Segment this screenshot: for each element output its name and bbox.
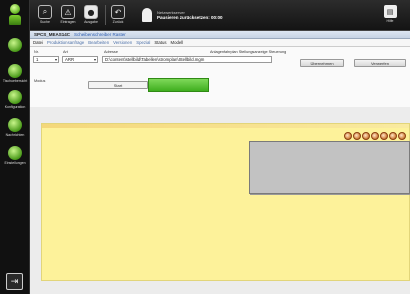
nr-label: Nr.	[34, 50, 39, 54]
chevron-down-icon: ▾	[93, 57, 96, 62]
sidebar-item-3[interactable]: Konfiguration	[5, 90, 25, 112]
desc-label: Anlagenfahrplan Stellungsanzeige Steueru…	[210, 50, 287, 54]
canvas-area	[30, 107, 410, 294]
lamp-icon[interactable]	[398, 132, 406, 140]
menu-item-file[interactable]: Datei	[33, 40, 43, 45]
sidebar-item-5[interactable]: Einstellungen	[5, 146, 26, 168]
art-select[interactable]: ARR ▾	[62, 56, 98, 63]
signal-lamps	[344, 132, 407, 140]
tool-search[interactable]: ⌕ Suche	[35, 5, 55, 29]
toolbar-divider	[105, 5, 106, 25]
lamp-icon[interactable]	[353, 132, 361, 140]
warning-icon: ⚠	[61, 5, 75, 19]
logo	[9, 4, 21, 26]
green-orb-icon	[8, 118, 22, 132]
window-subtitle: Scheibenschreiber Raster	[74, 32, 126, 37]
menu-item-model[interactable]: Modell	[171, 40, 184, 45]
path-label: Adresse	[104, 50, 118, 54]
green-orb-icon	[8, 64, 22, 78]
window-title: SPCS_MEAS14C	[34, 32, 71, 37]
canvas-header-strip	[42, 124, 409, 128]
discard-button[interactable]: Verwerfen	[354, 59, 406, 67]
window-titlebar: SPCS_MEAS14C Scheibenschreiber Raster	[30, 31, 410, 39]
sidebar-item-1[interactable]	[5, 38, 25, 60]
art-label: Art	[63, 50, 68, 54]
tool-undo[interactable]: ↶ Zurück	[108, 5, 128, 29]
bulb-icon: ●	[84, 5, 98, 19]
menu-item-production[interactable]: Produktionsanfrage	[47, 40, 84, 45]
menu-item-status[interactable]: Status	[154, 40, 166, 45]
green-orb-icon	[8, 146, 22, 160]
status-display: Netzwerkserver Pausieren zurücksetzen: 0…	[142, 8, 223, 22]
chevron-down-icon: ▾	[54, 57, 57, 62]
menu-item-edit[interactable]: Bearbeiten	[88, 40, 109, 45]
left-sidebar: Tischuebersicht Konfiguration Nachrichte…	[0, 0, 30, 294]
menu-bar: Datei Produktionsanfrage Bearbeiten Vers…	[30, 39, 410, 47]
start-button[interactable]: Start	[88, 81, 148, 89]
lamp-icon[interactable]	[380, 132, 388, 140]
lamp-icon[interactable]	[371, 132, 379, 140]
menu-item-special[interactable]: Spezial	[136, 40, 150, 45]
sidebar-item-4[interactable]: Nachrichten	[5, 118, 25, 140]
main-window: SPCS_MEAS14C Scheibenschreiber Raster Da…	[30, 31, 410, 294]
confirm-button[interactable]	[148, 78, 209, 92]
exit-button[interactable]: ⇥	[6, 273, 23, 290]
tool-warning[interactable]: ⚠ Eintragen	[58, 5, 78, 29]
grey-panel[interactable]	[249, 141, 410, 194]
help-icon: ▤	[383, 5, 397, 18]
top-toolbar: ⌕ Suche ⚠ Eintragen ● Ausgabe ↶ Zurück N…	[30, 0, 410, 31]
diagram-canvas[interactable]	[41, 123, 410, 281]
help-button[interactable]: ▤ Hilfe	[382, 5, 398, 27]
green-orb-icon	[8, 90, 22, 104]
undo-icon: ↶	[111, 5, 125, 19]
menu-item-versions[interactable]: Versionen	[113, 40, 132, 45]
person-icon	[142, 8, 152, 22]
status-text: Pausieren zurücksetzen: 00:00	[157, 15, 223, 20]
path-field[interactable]: D:\content\stellbild\Tabellen\stromplan\…	[102, 56, 272, 63]
apply-button[interactable]: Übernehmen	[300, 59, 344, 67]
nr-select[interactable]: 1 ▾	[33, 56, 59, 63]
mode-label: Modus	[34, 79, 46, 83]
tool-bulb[interactable]: ● Ausgabe	[81, 5, 101, 29]
green-orb-icon	[8, 38, 22, 52]
form-panel: Nr. Art Adresse Anlagenfahrplan Stellung…	[30, 47, 410, 107]
lamp-icon[interactable]	[389, 132, 397, 140]
lamp-icon[interactable]	[344, 132, 352, 140]
sidebar-item-2[interactable]: Tischuebersicht	[3, 64, 27, 86]
search-icon: ⌕	[38, 5, 52, 19]
exit-icon: ⇥	[10, 276, 19, 286]
lamp-icon[interactable]	[362, 132, 370, 140]
